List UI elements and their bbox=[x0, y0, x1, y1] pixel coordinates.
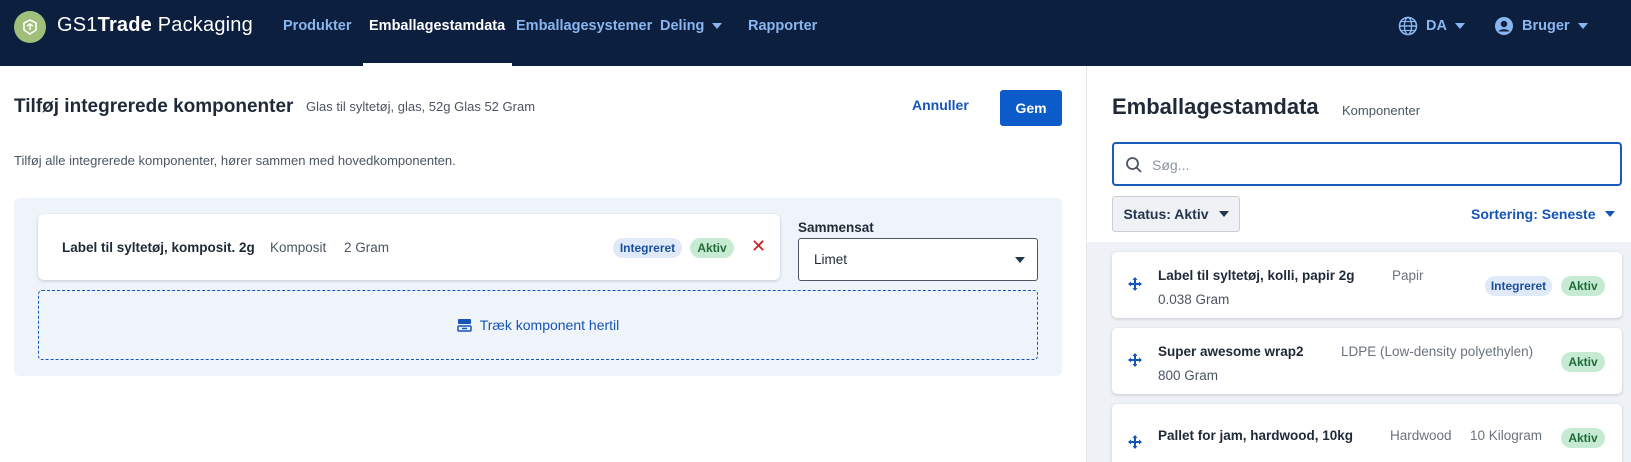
integrated-components-area: Label til syltetøj, komposit. 2g Komposi… bbox=[14, 198, 1062, 376]
integrated-badge: Integreret bbox=[613, 238, 682, 258]
chevron-down-icon bbox=[1015, 257, 1025, 263]
search-input[interactable]: Søg... bbox=[1112, 142, 1622, 186]
chevron-down-icon bbox=[1605, 211, 1616, 217]
component-library-panel: Emballagestamdata Komponenter Søg... Sta… bbox=[1087, 66, 1631, 462]
app-logo-text[interactable]: GS1Trade Packaging bbox=[57, 14, 253, 37]
chevron-down-icon bbox=[1577, 23, 1588, 29]
chevron-down-icon bbox=[712, 23, 723, 29]
item-name: Pallet for jam, hardwood, 10kg bbox=[1158, 428, 1354, 443]
item-material: Papir bbox=[1392, 268, 1424, 283]
item-weight: 10 Kilogram bbox=[1470, 428, 1543, 443]
user-circle-icon bbox=[1495, 17, 1513, 35]
list-item[interactable]: Label til syltetøj, kolli, papir 2g Papi… bbox=[1112, 252, 1622, 318]
search-icon bbox=[1126, 157, 1142, 173]
component-weight: 2 Gram bbox=[344, 240, 390, 255]
item-weight: 0.038 Gram bbox=[1158, 292, 1230, 307]
list-item[interactable]: Super awesome wrap2 LDPE (Low-density po… bbox=[1112, 328, 1622, 394]
top-navigation-bar: GS1Trade Packaging Produkter Emballagest… bbox=[0, 0, 1631, 66]
integrated-component-card: Label til syltetøj, komposit. 2g Komposi… bbox=[38, 214, 780, 280]
chevron-down-icon bbox=[1454, 23, 1465, 29]
sort-button[interactable]: Sortering: Seneste bbox=[1471, 206, 1616, 222]
drop-tray-icon bbox=[456, 319, 472, 332]
nav-deling[interactable]: Deling bbox=[660, 18, 723, 34]
remove-component-icon[interactable]: ✕ bbox=[751, 236, 766, 257]
sammensat-label: Sammensat bbox=[798, 220, 874, 235]
item-name: Super awesome wrap2 bbox=[1158, 344, 1304, 359]
nav-rapporter[interactable]: Rapporter bbox=[748, 18, 817, 34]
status-badge: Aktiv bbox=[690, 238, 734, 258]
save-button[interactable]: Gem bbox=[1000, 90, 1062, 126]
nav-emballagestamdata[interactable]: Emballagestamdata bbox=[369, 18, 505, 34]
chevron-down-icon bbox=[1218, 211, 1229, 217]
status-badge: Aktiv bbox=[1561, 276, 1605, 296]
dropzone-label: Træk komponent hertil bbox=[479, 317, 620, 333]
search-placeholder: Søg... bbox=[1152, 157, 1190, 173]
library-subtitle: Komponenter bbox=[1342, 103, 1421, 118]
item-weight: 800 Gram bbox=[1158, 368, 1219, 383]
user-menu[interactable]: Bruger bbox=[1494, 16, 1588, 36]
list-item[interactable]: Pallet for jam, hardwood, 10kg Hardwood … bbox=[1112, 404, 1622, 462]
move-icon[interactable] bbox=[1127, 352, 1143, 368]
component-name: Label til syltetøj, komposit. 2g bbox=[62, 240, 255, 255]
item-material: Hardwood bbox=[1390, 428, 1452, 443]
globe-icon bbox=[1398, 16, 1418, 36]
status-badge: Aktiv bbox=[1561, 428, 1605, 448]
item-material: LDPE (Low-density polyethylen) bbox=[1341, 344, 1534, 359]
component-list: Label til syltetøj, kolli, papir 2g Papi… bbox=[1087, 242, 1631, 462]
sammensat-select[interactable]: Limet bbox=[798, 238, 1038, 281]
move-icon[interactable] bbox=[1127, 276, 1143, 292]
nav-produkter[interactable]: Produkter bbox=[283, 18, 352, 34]
component-material: Komposit bbox=[270, 240, 327, 255]
item-name: Label til syltetøj, kolli, papir 2g bbox=[1158, 268, 1355, 283]
page-title: Tilføj integrerede komponenter bbox=[14, 96, 294, 117]
nav-emballagesystemer[interactable]: Emballagesystemer bbox=[516, 18, 652, 34]
page-subtitle: Glas til syltetøj, glas, 52g Glas 52 Gra… bbox=[306, 99, 536, 114]
move-icon[interactable] bbox=[1127, 434, 1143, 450]
sammensat-value: Limet bbox=[814, 252, 848, 267]
logo-icon[interactable] bbox=[14, 11, 46, 43]
add-components-panel: Tilføj integrerede komponenter Glas til … bbox=[0, 66, 1086, 462]
status-filter-button[interactable]: Status: Aktiv bbox=[1112, 196, 1240, 232]
language-selector[interactable]: DA bbox=[1398, 16, 1465, 36]
library-title: Emballagestamdata bbox=[1112, 94, 1319, 119]
component-dropzone[interactable]: Træk komponent hertil bbox=[38, 290, 1038, 360]
cancel-button[interactable]: Annuller bbox=[912, 97, 969, 113]
integrated-badge: Integreret bbox=[1485, 276, 1552, 296]
page-description: Tilføj alle integrerede komponenter, hør… bbox=[14, 153, 456, 168]
status-badge: Aktiv bbox=[1561, 352, 1605, 372]
